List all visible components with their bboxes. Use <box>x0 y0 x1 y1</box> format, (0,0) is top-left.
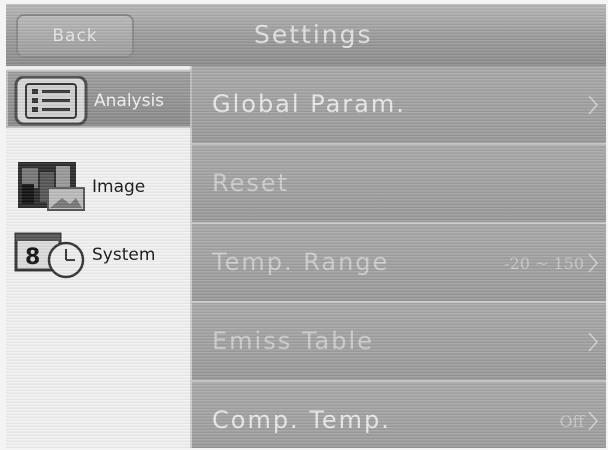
svg-text:8: 8 <box>25 245 40 270</box>
setting-row-comp-temp[interactable]: Comp. Temp. Off <box>192 382 606 448</box>
sidebar: Analysis Image 8 System <box>6 66 192 448</box>
setting-row-global-param[interactable]: Global Param. <box>192 66 606 145</box>
back-button[interactable]: Back <box>16 14 134 58</box>
list-icon <box>14 76 88 126</box>
setting-label: Emiss Table <box>212 327 374 355</box>
setting-row-emiss-table[interactable]: Emiss Table <box>192 303 606 382</box>
image-icon <box>18 162 85 211</box>
system-clock-icon: 8 <box>14 232 85 279</box>
setting-row-temp-range[interactable]: Temp. Range -20 ~ 150 <box>192 224 606 303</box>
setting-row-reset[interactable]: Reset <box>192 145 606 224</box>
sidebar-item-system[interactable]: 8 System <box>6 226 192 284</box>
sidebar-item-label: Analysis <box>94 91 165 111</box>
setting-label: Temp. Range <box>212 248 390 276</box>
top-bar: Back Settings <box>6 4 606 69</box>
device-screen: Back Settings Analysis Image 8 System Gl… <box>6 4 606 448</box>
setting-value: Off <box>559 412 584 431</box>
sidebar-item-image[interactable]: Image <box>6 158 192 216</box>
setting-label: Reset <box>212 169 290 197</box>
chevron-right-icon <box>588 253 599 273</box>
sidebar-item-label: Image <box>92 177 146 197</box>
chevron-right-icon <box>588 411 599 431</box>
chevron-right-icon <box>588 332 599 352</box>
sidebar-item-label: System <box>92 245 156 265</box>
settings-list: Global Param. Reset Temp. Range -20 ~ 15… <box>192 66 606 448</box>
setting-label: Global Param. <box>212 90 406 118</box>
setting-label: Comp. Temp. <box>212 406 391 434</box>
sidebar-item-analysis[interactable]: Analysis <box>6 70 192 128</box>
setting-value: -20 ~ 150 <box>504 254 584 273</box>
chevron-right-icon <box>588 95 599 115</box>
page-title: Settings <box>254 20 373 49</box>
